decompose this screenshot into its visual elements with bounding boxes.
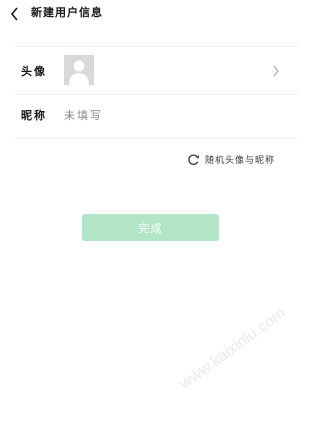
random-label: 随机头像与昵称 xyxy=(205,155,276,166)
header-bar: 新建用户信息 xyxy=(0,0,300,30)
done-button[interactable]: 完成 xyxy=(82,214,219,241)
nickname-input[interactable]: 未填写 xyxy=(64,107,103,123)
watermark: www.kaixinlu.com xyxy=(176,304,289,393)
chevron-left-icon[interactable] xyxy=(9,6,21,22)
avatar-label: 头像 xyxy=(21,65,47,78)
divider xyxy=(15,46,298,47)
divider xyxy=(15,94,298,95)
nickname-label: 昵称 xyxy=(21,109,47,122)
page-title: 新建用户信息 xyxy=(31,6,103,19)
divider xyxy=(15,138,298,139)
person-placeholder-icon xyxy=(69,60,89,85)
avatar[interactable] xyxy=(64,55,94,85)
chevron-right-icon xyxy=(273,65,279,77)
random-avatar-nickname-button[interactable]: 随机头像与昵称 xyxy=(187,152,275,166)
refresh-icon xyxy=(188,153,200,165)
